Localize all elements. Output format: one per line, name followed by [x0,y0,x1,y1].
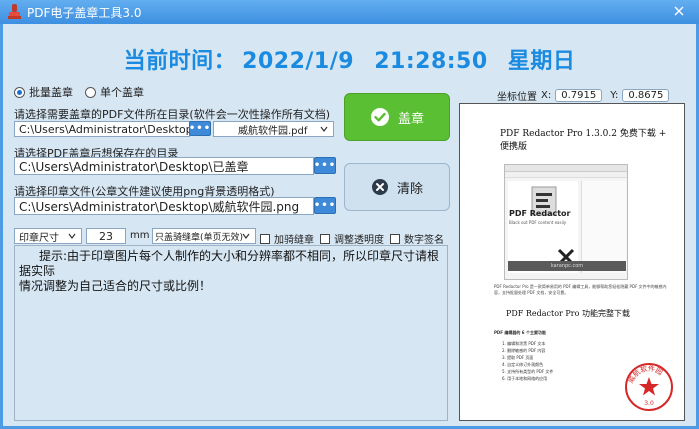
source-browse-button[interactable]: ••• [189,121,211,136]
clear-button[interactable]: 清除 [344,163,450,211]
preview-doc-title: PDF Redactor Pro 1.3.0.2 免费下载 + 便携版 [500,129,667,152]
y-coordinate-value: 0.8675 [622,89,670,102]
placement-mode-select[interactable]: 只盖骑缝章(单页无效) [152,228,256,244]
clear-button-label: 清除 [396,181,423,197]
chevron-down-icon [320,126,328,132]
digital-signature-label: 数字签名 [404,235,444,246]
preview-feature-list: 1. 编辑和涂黑 PDF 文本 2. 删除敏感的 PDF 内容 3. 提取 PD… [502,340,553,382]
size-mode-select[interactable]: 印章尺寸 [14,228,82,244]
output-browse-button[interactable]: ••• [314,157,336,174]
preview-screenshot-logo: PDF Redactor [509,209,571,218]
size-unit-label: mm [130,230,150,241]
list-item: 6. 用于本地和网络的应用 [502,376,548,381]
preview-embedded-screenshot: PDF Redactor Black out PDF content easil… [504,164,628,280]
seam-seal-checkbox[interactable]: 加骑缝章 [260,231,314,246]
list-item: 4. 自定义修订外观颜色 [502,362,544,367]
radio-off-icon [85,86,96,98]
hint-line-2: 情况调整为自己适合的尺寸或比例！ [19,279,212,293]
list-item: 1. 编辑和涂黑 PDF 文本 [502,341,546,346]
weekday-value: 星期日 [507,49,576,74]
mode-selector: 批量盖章 单个盖章 [14,84,144,100]
seal-number: 3.0 [644,400,654,407]
checkbox-unchecked-icon [320,233,330,244]
seal-file-input[interactable]: C:\Users\Administrator\Desktop\威航软件园.png [14,197,314,215]
check-circle-icon [370,108,389,126]
stamp-button-label: 盖章 [397,111,424,127]
seal-text: 威航软件园 [626,364,664,385]
transparency-label: 调整透明度 [334,235,384,246]
single-stamp-radio[interactable]: 单个盖章 [85,84,144,100]
preview-screenshot-tagline: Black out PDF content easily [509,220,567,225]
close-icon [674,6,684,16]
stamp-button[interactable]: 盖章 [344,93,450,141]
chevron-down-icon [242,233,250,239]
red-seal-stamp[interactable]: 威航软件园 3.0 [624,362,674,412]
list-item: 5. 支持所有类型的 PDF 文件 [502,369,554,374]
hint-line-1: 提示:由于印章图片每个人制作的大小和分辨率都不相同，所以印章尺寸请根据实际 [19,249,440,278]
seal-size-input[interactable]: 23 [86,228,126,244]
digital-signature-checkbox[interactable]: 数字签名 [390,231,444,246]
stamp-app-icon [8,4,21,19]
source-file-value: 威航软件园.pdf [238,125,308,137]
list-item: 3. 提取 PDF 页面 [502,355,534,360]
seal-browse-button[interactable]: ••• [314,197,336,214]
y-label: Y: [610,90,619,101]
size-mode-value: 印章尺寸 [19,232,59,244]
source-file-select[interactable]: 威航软件园.pdf [213,121,334,137]
time-value: 21:28:50 [374,49,488,74]
close-button[interactable] [659,0,699,22]
hint-textarea[interactable]: 提示:由于印章图片每个人制作的大小和分辨率都不相同，所以印章尺寸请根据实际 情况… [14,245,448,421]
seam-seal-label: 加骑缝章 [274,235,314,246]
output-dir-input[interactable]: C:\Users\Administrator\Desktop\已盖章 [14,157,314,175]
single-stamp-label: 单个盖章 [100,86,144,99]
source-dir-input[interactable]: C:\Users\Administrator\Desktop [14,121,190,137]
clear-circle-icon [371,179,388,195]
current-time-display: 当前时间： 2022/1/9 21:28:50 星期日 [0,43,699,75]
window-title: PDF电子盖章工具3.0 [27,6,142,20]
transparency-checkbox[interactable]: 调整透明度 [320,231,384,246]
source-dir-label: 请选择需要盖章的PDF文件所在目录(软件会一次性操作所有文档) [14,108,331,121]
title-bar: PDF电子盖章工具3.0 [0,0,699,24]
coordinate-label: 坐标位置 [497,92,537,103]
x-coordinate-value: 0.7915 [555,89,603,102]
preview-screenshot-watermark: karanpc.com [508,261,626,271]
radio-on-icon [14,86,25,98]
chevron-down-icon [68,233,76,239]
date-value: 2022/1/9 [242,49,355,74]
batch-stamp-radio[interactable]: 批量盖章 [14,84,73,100]
coordinate-readout: 坐标位置 X: 0.7915 Y: 0.8675 [497,88,670,103]
svg-text:威航软件园: 威航软件园 [626,364,664,385]
checkbox-unchecked-icon [390,233,400,244]
preview-paragraph: PDF Redactor Pro 是一款简单易用的 PDF 编辑工具，能够帮助您… [494,284,667,295]
checkbox-unchecked-icon [260,233,270,244]
list-item: 2. 删除敏感的 PDF 内容 [502,348,546,353]
x-label: X: [541,90,552,101]
pdf-preview-panel[interactable]: PDF Redactor Pro 1.3.0.2 免费下载 + 便携版 PDF … [459,103,685,421]
time-label: 当前时间： [123,49,237,74]
placement-mode-value: 只盖骑缝章(单页无效) [155,232,244,243]
preview-list-heading: PDF 编辑器的 6 个主要功能 [494,330,546,335]
batch-stamp-label: 批量盖章 [29,86,73,99]
preview-section-title: PDF Redactor Pro 功能完整下载 [506,309,630,318]
